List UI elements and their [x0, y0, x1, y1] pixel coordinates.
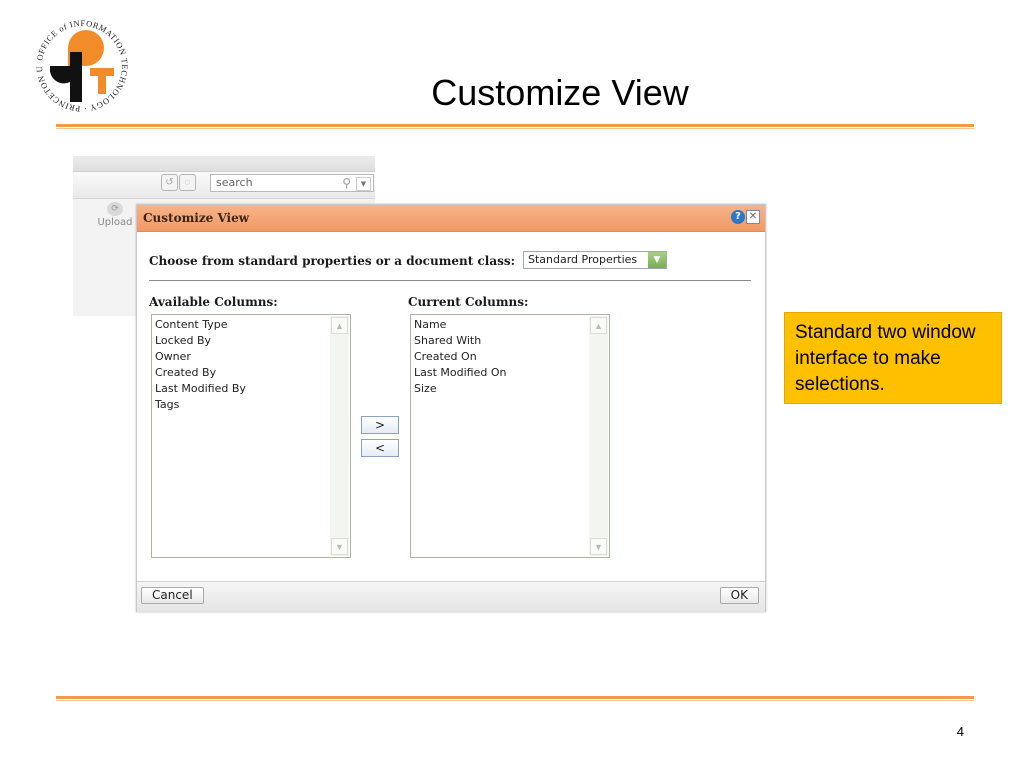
divider — [149, 280, 751, 281]
top-divider — [56, 124, 974, 129]
chevron-down-icon[interactable]: ▼ — [648, 252, 666, 268]
list-item[interactable]: Locked By — [155, 333, 246, 349]
princeton-oit-logo: OFFICE of INFORMATION TECHNOLOGY · PRINC… — [28, 12, 132, 116]
search-input[interactable]: search ⚲ ▼ — [210, 174, 374, 192]
remove-column-button[interactable]: < — [361, 439, 399, 457]
upload-button[interactable]: ⟳ Upload — [95, 202, 135, 228]
search-dropdown-icon[interactable]: ▼ — [356, 177, 371, 191]
scroll-up-icon[interactable]: ▲ — [590, 317, 607, 334]
page-number: 4 — [956, 724, 964, 739]
scroll-down-icon[interactable]: ▼ — [590, 538, 607, 555]
list-item[interactable]: Shared With — [414, 333, 506, 349]
list-item[interactable]: Created By — [155, 365, 246, 381]
search-icon[interactable]: ⚲ — [342, 175, 351, 191]
scroll-down-icon[interactable]: ▼ — [331, 538, 348, 555]
selected-class-value: Standard Properties — [528, 253, 638, 266]
document-class-select[interactable]: Standard Properties ▼ — [523, 251, 667, 269]
bookmark-icon[interactable]: ↺ — [161, 174, 178, 191]
close-icon[interactable]: ✕ — [746, 210, 760, 224]
dialog-body: Choose from standard properties or a doc… — [137, 232, 765, 581]
dialog-title-bar: Customize View ? ✕ — [137, 205, 765, 232]
upload-icon: ⟳ — [107, 202, 123, 216]
list-item[interactable]: Created On — [414, 349, 506, 365]
list-item[interactable]: Content Type — [155, 317, 246, 333]
add-column-button[interactable]: > — [361, 416, 399, 434]
list-item[interactable]: Name — [414, 317, 506, 333]
cancel-button[interactable]: Cancel — [141, 587, 204, 604]
available-columns-header: Available Columns: — [149, 295, 278, 309]
list-item[interactable]: Tags — [155, 397, 246, 413]
slide-title: Customize View — [431, 72, 689, 113]
available-columns-list[interactable]: Content Type Locked By Owner Created By … — [151, 314, 351, 558]
current-columns-list[interactable]: Name Shared With Created On Last Modifie… — [410, 314, 610, 558]
list-item[interactable]: Last Modified By — [155, 381, 246, 397]
current-columns-header: Current Columns: — [408, 295, 529, 309]
app-top-bar — [73, 156, 375, 172]
choose-class-label: Choose from standard properties or a doc… — [149, 254, 516, 268]
list-item[interactable]: Size — [414, 381, 506, 397]
upload-label: Upload — [97, 217, 133, 228]
app-toolbar: ↺ ◌ search ⚲ ▼ — [73, 172, 375, 199]
callout-note: Standard two window interface to make se… — [784, 312, 1002, 404]
customize-view-dialog: Customize View ? ✕ Choose from standard … — [136, 204, 766, 612]
list-item[interactable]: Last Modified On — [414, 365, 506, 381]
scrollbar[interactable]: ▲ ▼ — [589, 316, 608, 556]
help-icon[interactable]: ? — [731, 210, 745, 224]
bottom-divider — [56, 696, 974, 701]
list-item[interactable]: Owner — [155, 349, 246, 365]
ok-button[interactable]: OK — [719, 587, 759, 604]
dialog-footer: Cancel OK — [137, 581, 765, 612]
scrollbar[interactable]: ▲ ▼ — [330, 316, 349, 556]
power-icon[interactable]: ◌ — [179, 174, 196, 191]
dialog-title: Customize View — [143, 211, 250, 225]
scroll-up-icon[interactable]: ▲ — [331, 317, 348, 334]
